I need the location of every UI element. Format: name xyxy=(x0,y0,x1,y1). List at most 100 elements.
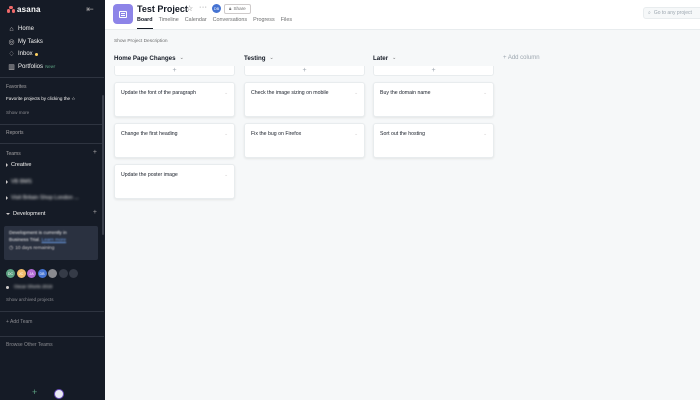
column-title: Testing xyxy=(244,54,266,62)
avatar[interactable] xyxy=(48,269,57,278)
empty-avatar-slot[interactable] xyxy=(69,269,78,278)
add-team-plus-icon[interactable]: + xyxy=(93,149,97,156)
avatar[interactable]: DC xyxy=(6,269,15,278)
chevron-down-icon[interactable]: ⌄ xyxy=(180,55,184,61)
tab-board[interactable]: Board xyxy=(137,17,153,29)
team-label: Visit Britain Shop London ... xyxy=(11,195,79,201)
chevron-down-icon[interactable]: ⌄ xyxy=(354,131,358,137)
project-tabs: Board Timeline Calendar Conversations Pr… xyxy=(137,17,292,29)
team-visit-britain[interactable]: Visit Britain Shop London ... xyxy=(6,195,79,201)
lock-icon: 🔒︎ xyxy=(229,6,232,11)
reports-heading[interactable]: Reports xyxy=(6,130,24,136)
favorites-heading[interactable]: Favorites xyxy=(6,84,27,90)
chevron-down-icon[interactable]: ⌄ xyxy=(224,90,228,96)
logo-text: asana xyxy=(17,5,41,14)
task-card[interactable]: Change the first heading ⌄ xyxy=(114,123,235,158)
avatar[interactable]: JA xyxy=(27,269,36,278)
sidebar-divider xyxy=(0,77,104,78)
sidebar-item-home[interactable]: ⌂ Home xyxy=(0,23,105,36)
tab-files[interactable]: Files xyxy=(281,17,292,29)
user-avatar[interactable] xyxy=(54,389,64,399)
add-task-button[interactable]: + xyxy=(373,66,494,76)
chevron-down-icon[interactable]: ⌄ xyxy=(270,55,274,61)
browse-other-teams-link[interactable]: Browse Other Teams xyxy=(6,342,53,348)
sidebar-item-inbox[interactable]: ♢ Inbox xyxy=(0,48,105,61)
tab-timeline[interactable]: Timeline xyxy=(159,17,179,29)
task-card[interactable]: Buy the domain name ⌄ xyxy=(373,82,494,117)
task-card[interactable]: Fix the bug on Firefox ⌄ xyxy=(244,123,365,158)
trial-line2: Business Trial. xyxy=(9,238,41,243)
chevron-down-icon[interactable]: ⌄ xyxy=(224,172,228,178)
tab-calendar[interactable]: Calendar xyxy=(185,17,207,29)
task-card[interactable]: Sort out the hosting ⌄ xyxy=(373,123,494,158)
project-dot-icon xyxy=(6,286,9,289)
sidebar-divider xyxy=(0,311,104,312)
chevron-down-icon[interactable]: ⌄ xyxy=(354,90,358,96)
team-creative[interactable]: Creative xyxy=(6,162,31,168)
quick-add-plus-icon[interactable]: + xyxy=(32,387,37,397)
task-title: Sort out the hosting xyxy=(380,131,425,137)
team-vb-bms[interactable]: VB BMS xyxy=(6,179,32,185)
column-header[interactable]: Home Page Changes ⌄ xyxy=(114,53,235,63)
project-icon[interactable] xyxy=(113,4,133,24)
add-column-button[interactable]: + Add column xyxy=(503,55,540,61)
search-placeholder: Go to any project xyxy=(653,10,692,16)
avatar[interactable]: DB xyxy=(37,269,47,278)
sidebar-item-label: My Tasks xyxy=(18,38,43,45)
add-task-button[interactable]: + xyxy=(244,66,365,76)
tab-progress[interactable]: Progress xyxy=(253,17,275,29)
board-column: Testing ⌄ + Check the image sizing on mo… xyxy=(244,53,365,158)
share-button[interactable]: 🔒︎ Share xyxy=(224,3,251,14)
chevron-down-icon[interactable]: ⌄ xyxy=(483,131,487,137)
favorites-show-more[interactable]: Show more xyxy=(6,110,29,115)
add-project-plus-icon[interactable]: + xyxy=(93,209,97,216)
avatar[interactable]: JC xyxy=(16,269,26,278)
inbox-notification-dot xyxy=(34,52,39,56)
team-development[interactable]: Development xyxy=(6,211,45,217)
clock-icon: ◷ xyxy=(9,246,14,251)
task-card[interactable]: Check the image sizing on mobile ⌄ xyxy=(244,82,365,117)
show-archived-link[interactable]: Show archived projects xyxy=(6,297,54,302)
show-project-description[interactable]: Show Project Description xyxy=(114,39,168,44)
sidebar: asana ⇤ ⌂ Home ◎ My Tasks ♢ Inbox ▥ Port… xyxy=(0,0,105,400)
expand-triangle-icon xyxy=(6,180,8,184)
team-label: VB BMS xyxy=(11,179,32,185)
teams-heading[interactable]: Teams xyxy=(6,151,21,157)
collapse-sidebar-icon[interactable]: ⇤ xyxy=(84,5,96,14)
trial-remaining-text: 10 days remaining xyxy=(15,246,55,251)
archived-project-item[interactable]: Oscar Shorts 2019 xyxy=(14,284,52,289)
sidebar-item-my-tasks[interactable]: ◎ My Tasks xyxy=(0,36,105,49)
team-members: DC JC JA DB xyxy=(6,269,78,278)
sidebar-nav: ⌂ Home ◎ My Tasks ♢ Inbox ▥ Portfolios N… xyxy=(0,23,105,73)
sidebar-item-label: Portfolios xyxy=(18,63,44,70)
project-title[interactable]: Test Project xyxy=(137,4,188,14)
add-task-button[interactable]: + xyxy=(114,66,235,76)
add-team-link[interactable]: + Add Team xyxy=(6,319,32,325)
asana-logo-icon xyxy=(7,6,15,13)
project-header: Test Project ☆ ··· DB 🔒︎ Share Board Tim… xyxy=(105,0,700,30)
task-card[interactable]: Update the poster image ⌄ xyxy=(114,164,235,199)
task-title: Buy the domain name xyxy=(380,90,431,96)
chevron-down-icon[interactable]: ⌄ xyxy=(392,55,396,61)
sidebar-item-portfolios[interactable]: ▥ Portfolios New! xyxy=(0,61,105,74)
more-options-icon[interactable]: ··· xyxy=(199,4,208,11)
asana-logo[interactable]: asana xyxy=(7,5,41,14)
column-title: Home Page Changes xyxy=(114,54,176,62)
sidebar-scrollbar[interactable] xyxy=(102,95,104,235)
column-header[interactable]: Later ⌄ xyxy=(373,53,494,63)
new-badge: New! xyxy=(45,64,56,70)
trial-text: Development is currently in Business Tri… xyxy=(9,230,93,244)
column-header[interactable]: Testing ⌄ xyxy=(244,53,365,63)
chevron-down-icon[interactable]: ⌄ xyxy=(224,131,228,137)
star-icon[interactable]: ☆ xyxy=(186,4,193,13)
learn-more-link[interactable]: Learn more xyxy=(42,238,67,243)
search-input[interactable]: ⌕ Go to any project xyxy=(643,7,700,19)
chevron-down-icon[interactable]: ⌄ xyxy=(483,90,487,96)
trial-line1: Development is currently in xyxy=(9,231,67,236)
empty-avatar-slot[interactable] xyxy=(58,269,68,278)
task-card[interactable]: Update the font of the paragraph ⌄ xyxy=(114,82,235,117)
project-owner-avatar[interactable]: DB xyxy=(212,4,221,13)
tab-conversations[interactable]: Conversations xyxy=(213,17,247,29)
search-icon: ⌕ xyxy=(648,10,651,16)
task-title: Check the image sizing on mobile xyxy=(251,90,329,96)
